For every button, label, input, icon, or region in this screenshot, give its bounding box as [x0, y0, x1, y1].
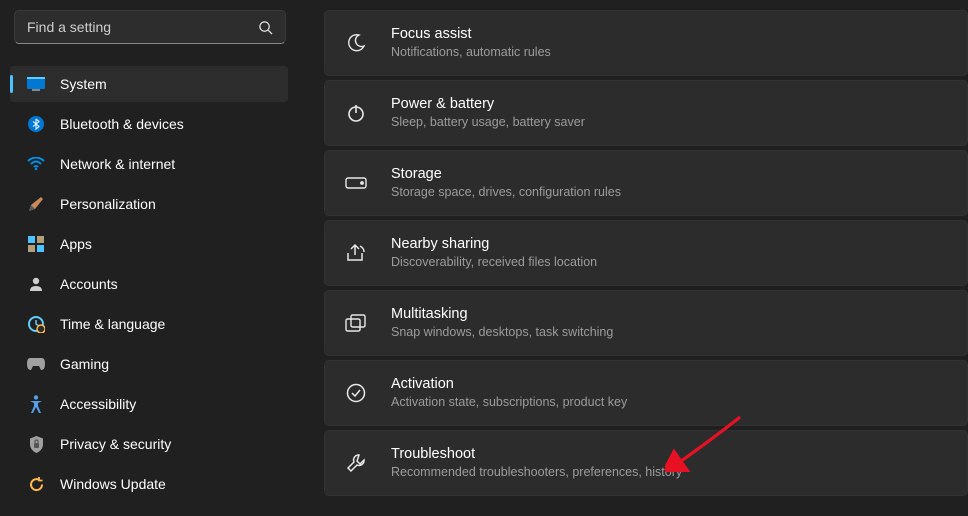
card-title: Nearby sharing [391, 235, 597, 255]
card-title: Activation [391, 375, 627, 395]
person-icon [26, 274, 46, 294]
card-title: Multitasking [391, 305, 613, 325]
card-troubleshoot[interactable]: Troubleshoot Recommended troubleshooters… [324, 430, 968, 496]
system-icon [26, 74, 46, 94]
sidebar-item-label: Personalization [60, 196, 156, 212]
card-sub: Recommended troubleshooters, preferences… [391, 464, 682, 481]
multitasking-icon [343, 310, 369, 336]
card-sub: Sleep, battery usage, battery saver [391, 114, 585, 131]
card-text: Storage Storage space, drives, configura… [391, 165, 621, 201]
bluetooth-icon [26, 114, 46, 134]
card-text: Power & battery Sleep, battery usage, ba… [391, 95, 585, 131]
sidebar-item-label: Bluetooth & devices [60, 116, 184, 132]
card-sub: Notifications, automatic rules [391, 44, 551, 61]
sidebar-item-windows-update[interactable]: Windows Update [10, 466, 288, 502]
sidebar-item-label: Accessibility [60, 396, 136, 412]
card-sub: Snap windows, desktops, task switching [391, 324, 613, 341]
card-title: Storage [391, 165, 621, 185]
sidebar-item-label: Gaming [60, 356, 109, 372]
wrench-icon [343, 450, 369, 476]
card-text: Multitasking Snap windows, desktops, tas… [391, 305, 613, 341]
sidebar: System Bluetooth & devices Network & int… [0, 0, 300, 516]
card-text: Focus assist Notifications, automatic ru… [391, 25, 551, 61]
sidebar-item-label: Apps [60, 236, 92, 252]
search-icon [258, 20, 273, 35]
card-sub: Activation state, subscriptions, product… [391, 394, 627, 411]
power-icon [343, 100, 369, 126]
card-text: Activation Activation state, subscriptio… [391, 375, 627, 411]
sidebar-item-label: Privacy & security [60, 436, 171, 452]
search-input[interactable] [27, 19, 258, 35]
checkmark-circle-icon [343, 380, 369, 406]
accessibility-icon [26, 394, 46, 414]
card-focus-assist[interactable]: Focus assist Notifications, automatic ru… [324, 10, 968, 76]
update-icon [26, 474, 46, 494]
card-title: Focus assist [391, 25, 551, 45]
content-area: Focus assist Notifications, automatic ru… [300, 0, 968, 516]
card-title: Troubleshoot [391, 445, 682, 465]
storage-icon [343, 170, 369, 196]
sidebar-item-label: Windows Update [60, 476, 166, 492]
card-sub: Storage space, drives, configuration rul… [391, 184, 621, 201]
card-nearby-sharing[interactable]: Nearby sharing Discoverability, received… [324, 220, 968, 286]
sidebar-item-system[interactable]: System [10, 66, 288, 102]
sidebar-item-time-language[interactable]: Time & language [10, 306, 288, 342]
card-activation[interactable]: Activation Activation state, subscriptio… [324, 360, 968, 426]
card-text: Nearby sharing Discoverability, received… [391, 235, 597, 271]
sidebar-item-bluetooth[interactable]: Bluetooth & devices [10, 106, 288, 142]
nav-list: System Bluetooth & devices Network & int… [10, 66, 288, 502]
wifi-icon [26, 154, 46, 174]
card-storage[interactable]: Storage Storage space, drives, configura… [324, 150, 968, 216]
brush-icon [26, 194, 46, 214]
card-title: Power & battery [391, 95, 585, 115]
sidebar-item-label: Accounts [60, 276, 118, 292]
sidebar-item-label: Time & language [60, 316, 165, 332]
apps-icon [26, 234, 46, 254]
sidebar-item-personalization[interactable]: Personalization [10, 186, 288, 222]
card-text: Troubleshoot Recommended troubleshooters… [391, 445, 682, 481]
sidebar-item-network[interactable]: Network & internet [10, 146, 288, 182]
card-power-battery[interactable]: Power & battery Sleep, battery usage, ba… [324, 80, 968, 146]
sidebar-item-apps[interactable]: Apps [10, 226, 288, 262]
sidebar-item-gaming[interactable]: Gaming [10, 346, 288, 382]
share-icon [343, 240, 369, 266]
gamepad-icon [26, 354, 46, 374]
sidebar-item-label: Network & internet [60, 156, 175, 172]
search-box[interactable] [14, 10, 286, 44]
shield-icon [26, 434, 46, 454]
clock-globe-icon [26, 314, 46, 334]
sidebar-item-accounts[interactable]: Accounts [10, 266, 288, 302]
sidebar-item-privacy[interactable]: Privacy & security [10, 426, 288, 462]
sidebar-item-label: System [60, 76, 107, 92]
moon-icon [343, 30, 369, 56]
sidebar-item-accessibility[interactable]: Accessibility [10, 386, 288, 422]
card-sub: Discoverability, received files location [391, 254, 597, 271]
card-multitasking[interactable]: Multitasking Snap windows, desktops, tas… [324, 290, 968, 356]
